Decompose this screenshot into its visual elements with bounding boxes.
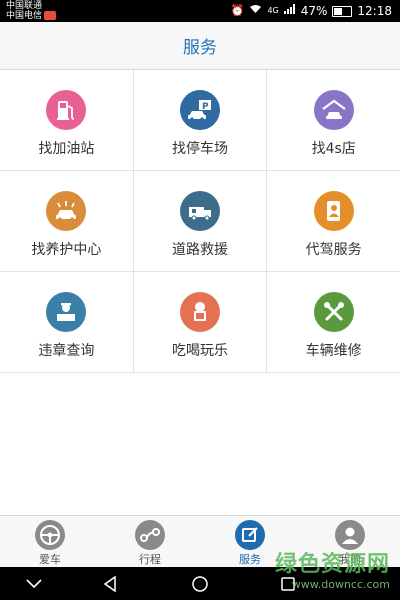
watermark-text: 绿色资源网 xyxy=(274,552,390,577)
carrier-info: 中国联通 中国电信 xyxy=(6,1,57,21)
tab-label: 行程 xyxy=(139,553,161,566)
grid-row: 找养护中心 道路救援 代驾服务 xyxy=(0,171,400,272)
status-bar: 中国联通 中国电信 ⏰ 4G 47% 12:18 xyxy=(0,0,400,22)
service-car-care[interactable]: 找养护中心 xyxy=(0,171,134,271)
title-bar: 服务 xyxy=(0,22,400,70)
tab-label: 爱车 xyxy=(39,553,61,566)
service-parking[interactable]: P 找停车场 xyxy=(134,70,268,170)
service-label: 车辆维修 xyxy=(305,343,362,359)
clock: 12:18 xyxy=(357,4,392,18)
route-icon xyxy=(135,520,165,550)
repair-tools-icon xyxy=(313,292,354,332)
battery-icon xyxy=(332,5,353,17)
wifi-icon xyxy=(249,3,262,19)
service-label: 找养护中心 xyxy=(31,242,102,258)
driver-icon xyxy=(313,191,354,231)
service-label: 吃喝玩乐 xyxy=(172,343,228,359)
grid-row: 违章查询 吃喝玩乐 车辆维修 xyxy=(0,272,400,373)
traffic-police-icon xyxy=(46,292,87,332)
car-dealer-icon xyxy=(313,90,354,130)
service-entertainment[interactable]: 吃喝玩乐 xyxy=(134,272,268,372)
service-vehicle-repair[interactable]: 车辆维修 xyxy=(267,272,400,372)
status-indicators: ⏰ 4G 47% 12:18 xyxy=(231,3,392,19)
battery-percent: 47% xyxy=(300,4,328,18)
page-title: 服务 xyxy=(183,38,217,58)
watermark: 绿色资源网 www.downcc.com xyxy=(275,546,390,591)
carrier-name-1: 中国联通 xyxy=(6,1,43,11)
tow-truck-icon xyxy=(180,191,220,231)
watermark-url: www.downcc.com xyxy=(291,578,390,591)
notification-badge-icon xyxy=(44,11,57,20)
service-road-rescue[interactable]: 道路救援 xyxy=(134,171,268,271)
service-violation-query[interactable]: 违章查询 xyxy=(0,272,134,372)
service-designated-driver[interactable]: 代驾服务 xyxy=(267,171,400,271)
edit-icon xyxy=(235,520,265,550)
chevron-down-icon[interactable] xyxy=(24,574,44,594)
car-wash-icon xyxy=(46,191,87,231)
service-label: 找停车场 xyxy=(172,141,228,157)
svg-text:P: P xyxy=(202,102,209,112)
service-label: 违章查询 xyxy=(38,343,95,359)
service-label: 找加油站 xyxy=(38,141,95,157)
alarm-icon: ⏰ xyxy=(230,4,245,17)
network-type: 4G xyxy=(267,6,279,15)
service-label: 道路救援 xyxy=(172,242,228,258)
drink-icon xyxy=(180,292,220,332)
service-grid: 找加油站 P 找停车场 找4s店 找养护中心 道路救援 代驾服务 违章查询 吃喝… xyxy=(0,70,400,373)
gas-station-icon xyxy=(46,90,87,130)
tab-my-car[interactable]: 爱车 xyxy=(0,516,100,568)
tab-label: 服务 xyxy=(239,553,261,566)
back-icon[interactable] xyxy=(100,574,120,594)
service-label: 找4s店 xyxy=(311,141,356,157)
service-gas-station[interactable]: 找加油站 xyxy=(0,70,134,170)
service-car-dealer[interactable]: 找4s店 xyxy=(267,70,400,170)
service-label: 代驾服务 xyxy=(305,242,362,258)
grid-row: 找加油站 P 找停车场 找4s店 xyxy=(0,70,400,171)
tab-trips[interactable]: 行程 xyxy=(100,516,200,568)
parking-icon: P xyxy=(180,90,220,130)
home-icon[interactable] xyxy=(190,574,210,594)
carrier-name-2: 中国电信 xyxy=(6,11,43,21)
steering-wheel-icon xyxy=(35,520,65,550)
signal-icon xyxy=(283,3,296,19)
